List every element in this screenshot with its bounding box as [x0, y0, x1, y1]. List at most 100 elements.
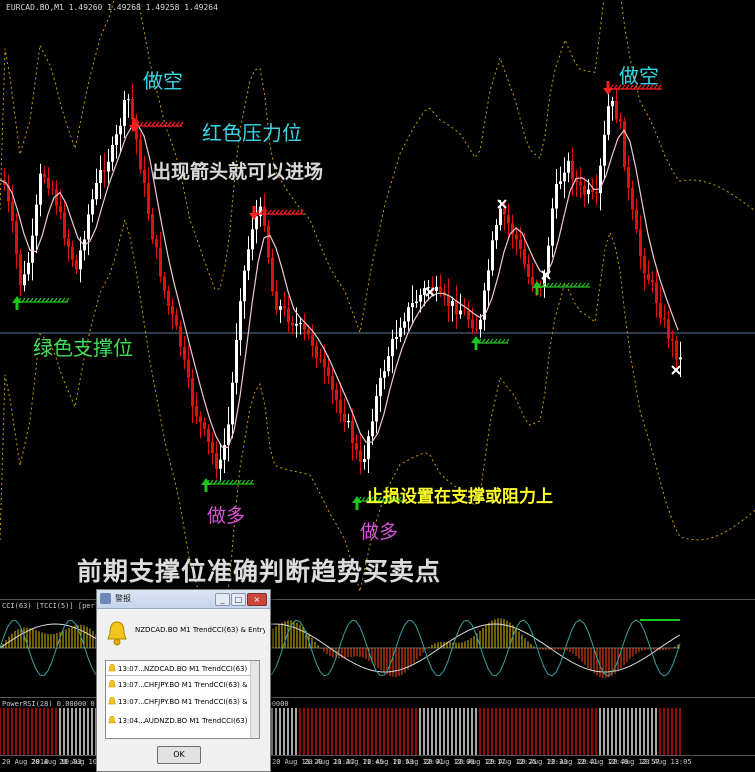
- candle-body: [127, 99, 130, 101]
- row-divider: [106, 675, 251, 676]
- annotation-short-2: 做空: [619, 64, 659, 88]
- candle-body: [43, 173, 46, 178]
- price-chart[interactable]: [0, 0, 755, 598]
- candle-body: [507, 214, 510, 224]
- candle-body: [159, 247, 162, 277]
- candle-body: [363, 459, 366, 462]
- candle-body: [203, 422, 206, 429]
- candle-body: [51, 188, 54, 190]
- alert-text: CHFJPY.BO M1 TrendCCI(63) & EntryCC: [144, 698, 251, 706]
- maximize-button[interactable]: □: [231, 593, 246, 606]
- candle-body: [235, 340, 238, 383]
- minimize-button[interactable]: _: [215, 593, 230, 606]
- candle-body: [679, 357, 682, 360]
- candle-body: [627, 166, 630, 189]
- candle-body: [563, 172, 566, 182]
- candle-body: [187, 359, 190, 379]
- buy-arrow-icon: [201, 478, 211, 492]
- candle-body: [579, 181, 582, 186]
- candle-body: [323, 358, 326, 368]
- alert-dialog[interactable]: 警报 _ □ × NZDCAD.BO M1 TrendCCI(63) & Ent…: [96, 589, 271, 772]
- candle-body: [239, 301, 242, 341]
- candle-body: [287, 308, 290, 323]
- candle-body: [39, 173, 42, 205]
- candle-body: [351, 420, 354, 444]
- candle-body: [119, 125, 122, 135]
- candle-body: [207, 428, 210, 442]
- candle-body: [619, 119, 622, 122]
- list-item[interactable]: 13:07... CHFJPY.BO M1 TrendCCI(63) & Ent…: [106, 678, 251, 692]
- candle-body: [595, 191, 598, 194]
- candle-body: [495, 225, 498, 241]
- candle-body: [415, 301, 418, 304]
- candle-body: [455, 300, 458, 315]
- candle-body: [319, 358, 322, 360]
- annotation-short-1: 做空: [143, 69, 183, 93]
- candle-body: [427, 287, 430, 289]
- candle-body: [255, 216, 258, 230]
- candle-body: [63, 212, 66, 239]
- annotation-summary: 前期支撑位准确判断趋势买卖点: [77, 557, 442, 586]
- candlestick-chart[interactable]: [0, 0, 755, 598]
- candle-body: [339, 399, 342, 414]
- close-button[interactable]: ×: [247, 593, 267, 606]
- candle-body: [231, 382, 234, 425]
- candle-body: [71, 246, 74, 260]
- candle-body: [99, 170, 102, 183]
- alert-list[interactable]: 13:07... NZDCAD.BO M1 TrendCCI(63) & Ent…: [105, 660, 260, 739]
- candle-body: [607, 106, 610, 135]
- list-scrollbar[interactable]: [250, 661, 259, 738]
- alert-text: NZDCAD.BO M1 TrendCCI(63) & EntryCC: [144, 665, 251, 673]
- candle-body: [55, 188, 58, 206]
- bell-icon: [108, 697, 116, 705]
- candle-body: [163, 276, 166, 291]
- candle-body: [655, 282, 658, 303]
- buy-arrow-icon: [471, 336, 481, 350]
- candle-body: [383, 371, 386, 378]
- candle-body: [307, 329, 310, 335]
- candle-body: [75, 259, 78, 270]
- candle-body: [211, 441, 214, 453]
- candle-body: [503, 208, 506, 215]
- candle-body: [215, 452, 218, 469]
- candle-body: [199, 416, 202, 423]
- alert-text: AUDNZD.BO M1 TrendCCI(63) & EntryCC: [144, 717, 251, 725]
- alert-time: 13:07...: [118, 665, 145, 673]
- annotation-long-2: 做多: [360, 521, 399, 543]
- candle-body: [147, 183, 150, 215]
- candle-body: [347, 420, 350, 423]
- list-item[interactable]: 13:07... CHFJPY.BO M1 TrendCCI(63) & Ent…: [106, 695, 251, 709]
- annotation-red-resistance: 红色压力位: [202, 121, 302, 145]
- upper-band: [0, 0, 755, 335]
- candle-body: [123, 99, 126, 126]
- candle-body: [371, 421, 374, 437]
- candle-body: [275, 291, 278, 310]
- candle-body: [111, 145, 114, 162]
- candle-body: [267, 225, 270, 258]
- candle-body: [419, 294, 422, 302]
- list-item[interactable]: 13:07... NZDCAD.BO M1 TrendCCI(63) & Ent…: [106, 662, 251, 676]
- candle-body: [631, 188, 634, 210]
- candle-body: [475, 328, 478, 330]
- candle-body: [571, 160, 574, 180]
- annotation-long-1: 做多: [207, 505, 246, 527]
- candle-body: [651, 279, 654, 283]
- candle-body: [451, 300, 454, 306]
- candle-body: [295, 323, 298, 326]
- candle-body: [395, 336, 398, 339]
- candle-body: [131, 99, 134, 120]
- candle-body: [191, 378, 194, 407]
- candle-body: [79, 250, 82, 270]
- candle-body: [471, 319, 474, 329]
- candle-body: [647, 273, 650, 280]
- symbol-info: EURCAD.BO,M1 1.49260 1.49268 1.49258 1.4…: [6, 3, 218, 12]
- candle-body: [603, 134, 606, 166]
- candle-body: [367, 436, 370, 460]
- dialog-title-bar[interactable]: 警报 _ □ ×: [97, 590, 270, 609]
- candle-body: [491, 240, 494, 271]
- list-item[interactable]: 13:04... AUDNZD.BO M1 TrendCCI(63) & Ent…: [106, 714, 251, 728]
- candle-body: [143, 169, 146, 184]
- candle-body: [659, 302, 662, 319]
- ok-button[interactable]: OK: [157, 746, 201, 764]
- candle-body: [499, 208, 502, 226]
